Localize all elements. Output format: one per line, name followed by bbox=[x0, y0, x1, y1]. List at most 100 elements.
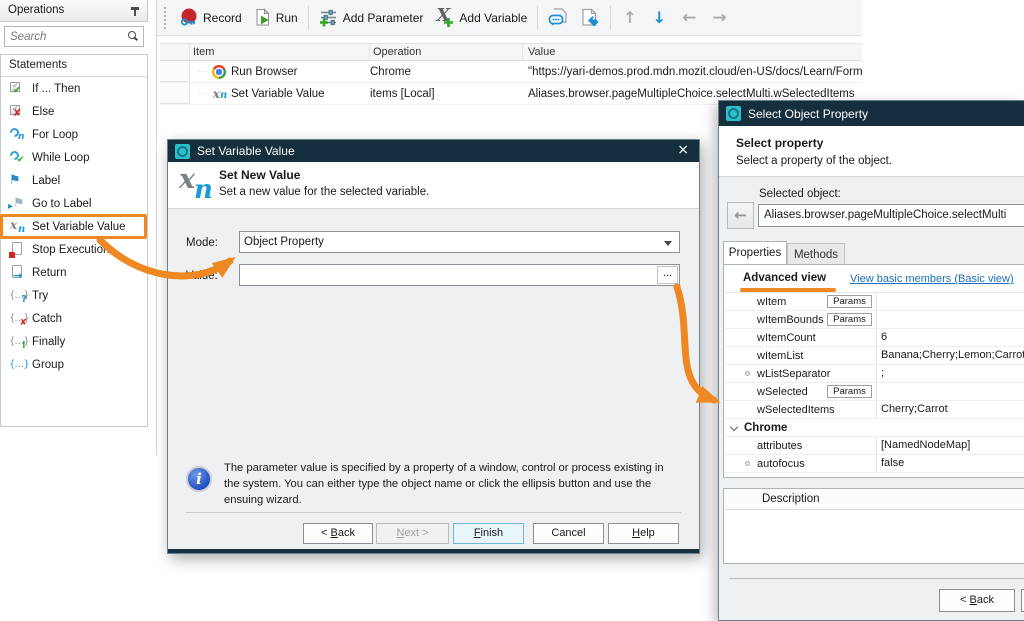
braces-icon: {…} bbox=[9, 356, 27, 373]
property-row[interactable]: wSelected Params bbox=[724, 383, 1024, 401]
tab-properties[interactable]: Properties bbox=[723, 241, 787, 264]
sidebar-item-return[interactable]: → Return bbox=[1, 261, 147, 284]
ellipsis-button[interactable]: ... bbox=[657, 266, 678, 284]
statements-section-header: Statements bbox=[1, 55, 147, 77]
variable-xn-icon: xn bbox=[9, 218, 27, 235]
row-operation-cell: Chrome bbox=[370, 61, 523, 82]
operations-panel-title: Operations bbox=[8, 0, 64, 21]
dialog-heading: Select property bbox=[736, 136, 823, 150]
pin-icon[interactable] bbox=[129, 5, 141, 17]
search-box[interactable] bbox=[4, 26, 144, 47]
params-button[interactable]: Params bbox=[827, 295, 872, 308]
dialog-subheading: Select a property of the object. bbox=[736, 155, 892, 167]
grid-column-item[interactable]: Item bbox=[190, 44, 370, 60]
property-row[interactable]: wItemList Banana;Cherry;Lemon;Carrot;B bbox=[724, 347, 1024, 365]
run-button[interactable]: Run bbox=[248, 5, 304, 30]
search-icon bbox=[127, 31, 138, 42]
close-icon[interactable]: × bbox=[677, 142, 689, 158]
toolbar-drag-handle[interactable] bbox=[163, 6, 167, 30]
navigate-forward-button[interactable]: → bbox=[704, 8, 734, 28]
dialog-title: Set Variable Value bbox=[197, 144, 295, 158]
sidebar-item-catch[interactable]: {…}✘ Catch bbox=[1, 307, 147, 330]
basic-view-link[interactable]: View basic members (Basic view) bbox=[850, 273, 1014, 285]
grid-column-operation[interactable]: Operation bbox=[370, 44, 523, 60]
grid-column-value[interactable]: Value bbox=[523, 44, 862, 60]
property-row[interactable]: autofocus false bbox=[724, 455, 1024, 473]
table-row[interactable]: Run Browser Chrome "https://yari-demos.p… bbox=[160, 61, 862, 83]
property-group-row[interactable]: Chrome bbox=[724, 419, 1024, 437]
select-object-property-dialog: Select Object Property Select property S… bbox=[718, 100, 1024, 621]
braces-cross-icon: {…}✘ bbox=[9, 310, 27, 327]
variable-xn-icon: xn bbox=[212, 87, 228, 101]
value-input[interactable]: ... bbox=[239, 264, 680, 286]
info-icon: i bbox=[186, 466, 212, 492]
dialog-heading: Set New Value bbox=[219, 168, 300, 182]
help-button[interactable]: Help bbox=[608, 523, 679, 544]
braces-exclaim-icon: {…}! bbox=[9, 333, 27, 350]
navigate-back-button[interactable]: ← bbox=[674, 8, 704, 28]
tab-methods[interactable]: Methods bbox=[787, 243, 845, 264]
sidebar-item-group[interactable]: {…} Group bbox=[1, 353, 147, 376]
sidebar-item-set-variable-value[interactable]: xn Set Variable Value bbox=[1, 215, 147, 238]
dialog-title: Select Object Property bbox=[748, 107, 868, 121]
dialog-header-band: Select property Select a property of the… bbox=[719, 126, 1024, 177]
property-row[interactable]: wListSeparator ; bbox=[724, 365, 1024, 383]
mode-selected-value: Object Property bbox=[244, 236, 324, 248]
info-text: The parameter value is specified by a pr… bbox=[224, 460, 676, 509]
selected-object-field[interactable]: Aliases.browser.pageMultipleChoice.selec… bbox=[758, 204, 1024, 227]
move-up-button[interactable]: ↑ bbox=[615, 8, 644, 27]
flag-play-icon: ⚑▸ bbox=[9, 195, 27, 212]
sidebar-item-if-then[interactable]: ✔ If ... Then bbox=[1, 77, 147, 100]
chevron-down-icon bbox=[664, 241, 672, 246]
sidebar-item-finally[interactable]: {…}! Finally bbox=[1, 330, 147, 353]
sidebar-item-go-to-label[interactable]: ⚑▸ Go to Label bbox=[1, 192, 147, 215]
operations-panel: Operations Statements ✔ If ... Then ✘ El… bbox=[0, 0, 157, 455]
sidebar-item-label[interactable]: ⚑ Label bbox=[1, 169, 147, 192]
toolbar-separator bbox=[537, 6, 538, 30]
cancel-button[interactable]: Cancel bbox=[533, 523, 604, 544]
search-input[interactable] bbox=[5, 29, 123, 46]
move-down-button[interactable]: ↓ bbox=[645, 8, 674, 27]
add-parameter-label: Add Parameter bbox=[343, 11, 424, 25]
sidebar-item-else[interactable]: ✘ Else bbox=[1, 100, 147, 123]
row-item-label: Set Variable Value bbox=[231, 88, 325, 100]
finish-button[interactable]: Finish bbox=[453, 523, 524, 544]
back-button[interactable]: < Back bbox=[303, 523, 373, 544]
property-row[interactable]: wItemBounds Params bbox=[724, 311, 1024, 329]
run-icon bbox=[254, 8, 272, 27]
property-row[interactable]: attributes [NamedNodeMap] bbox=[724, 437, 1024, 455]
dialog-titlebar[interactable]: Set Variable Value bbox=[168, 140, 699, 162]
row-item-label: Run Browser bbox=[231, 66, 297, 78]
add-variable-button[interactable]: X Add Variable bbox=[429, 5, 533, 30]
sidebar-item-stop-execution[interactable]: Stop Execution bbox=[1, 238, 147, 261]
record-button[interactable]: Record bbox=[173, 5, 248, 30]
params-button[interactable]: Params bbox=[827, 313, 872, 326]
row-selector-cell[interactable] bbox=[160, 61, 190, 82]
description-panel: Description bbox=[723, 488, 1024, 564]
dialog-header-band: x n Set New Value Set a new value for th… bbox=[168, 162, 699, 209]
row-selector-cell[interactable] bbox=[160, 83, 190, 104]
variable-xn-icon: x bbox=[179, 164, 195, 195]
property-row[interactable]: wItemCount 6 bbox=[724, 329, 1024, 347]
tag-icon bbox=[580, 8, 600, 27]
sidebar-item-try[interactable]: {…}? Try bbox=[1, 284, 147, 307]
mode-dropdown[interactable]: Object Property bbox=[239, 231, 680, 253]
toolbar-separator bbox=[308, 6, 309, 30]
record-label: Record bbox=[203, 11, 242, 25]
property-row[interactable]: wItem Params bbox=[724, 293, 1024, 311]
add-parameter-button[interactable]: Add Parameter bbox=[313, 5, 430, 30]
sidebar-item-while-loop[interactable]: ✔ While Loop bbox=[1, 146, 147, 169]
comment-button[interactable] bbox=[542, 5, 574, 30]
back-button[interactable]: < Back bbox=[939, 589, 1015, 612]
checkbox-check-icon: ✔ bbox=[9, 80, 27, 97]
checkbox-cross-icon: ✘ bbox=[9, 103, 27, 120]
loop-n-icon: n bbox=[9, 126, 27, 143]
sidebar-item-for-loop[interactable]: n For Loop bbox=[1, 123, 147, 146]
object-back-button[interactable]: ← bbox=[727, 202, 754, 229]
property-row-wselecteditems[interactable]: wSelectedItems Cherry;Carrot bbox=[724, 401, 1024, 419]
flag-icon: ⚑ bbox=[9, 172, 27, 189]
dialog-titlebar[interactable]: Select Object Property bbox=[719, 101, 1024, 126]
tag-button[interactable] bbox=[574, 5, 606, 30]
params-button[interactable]: Params bbox=[827, 385, 872, 398]
row-operation-cell: items [Local] bbox=[370, 83, 523, 104]
